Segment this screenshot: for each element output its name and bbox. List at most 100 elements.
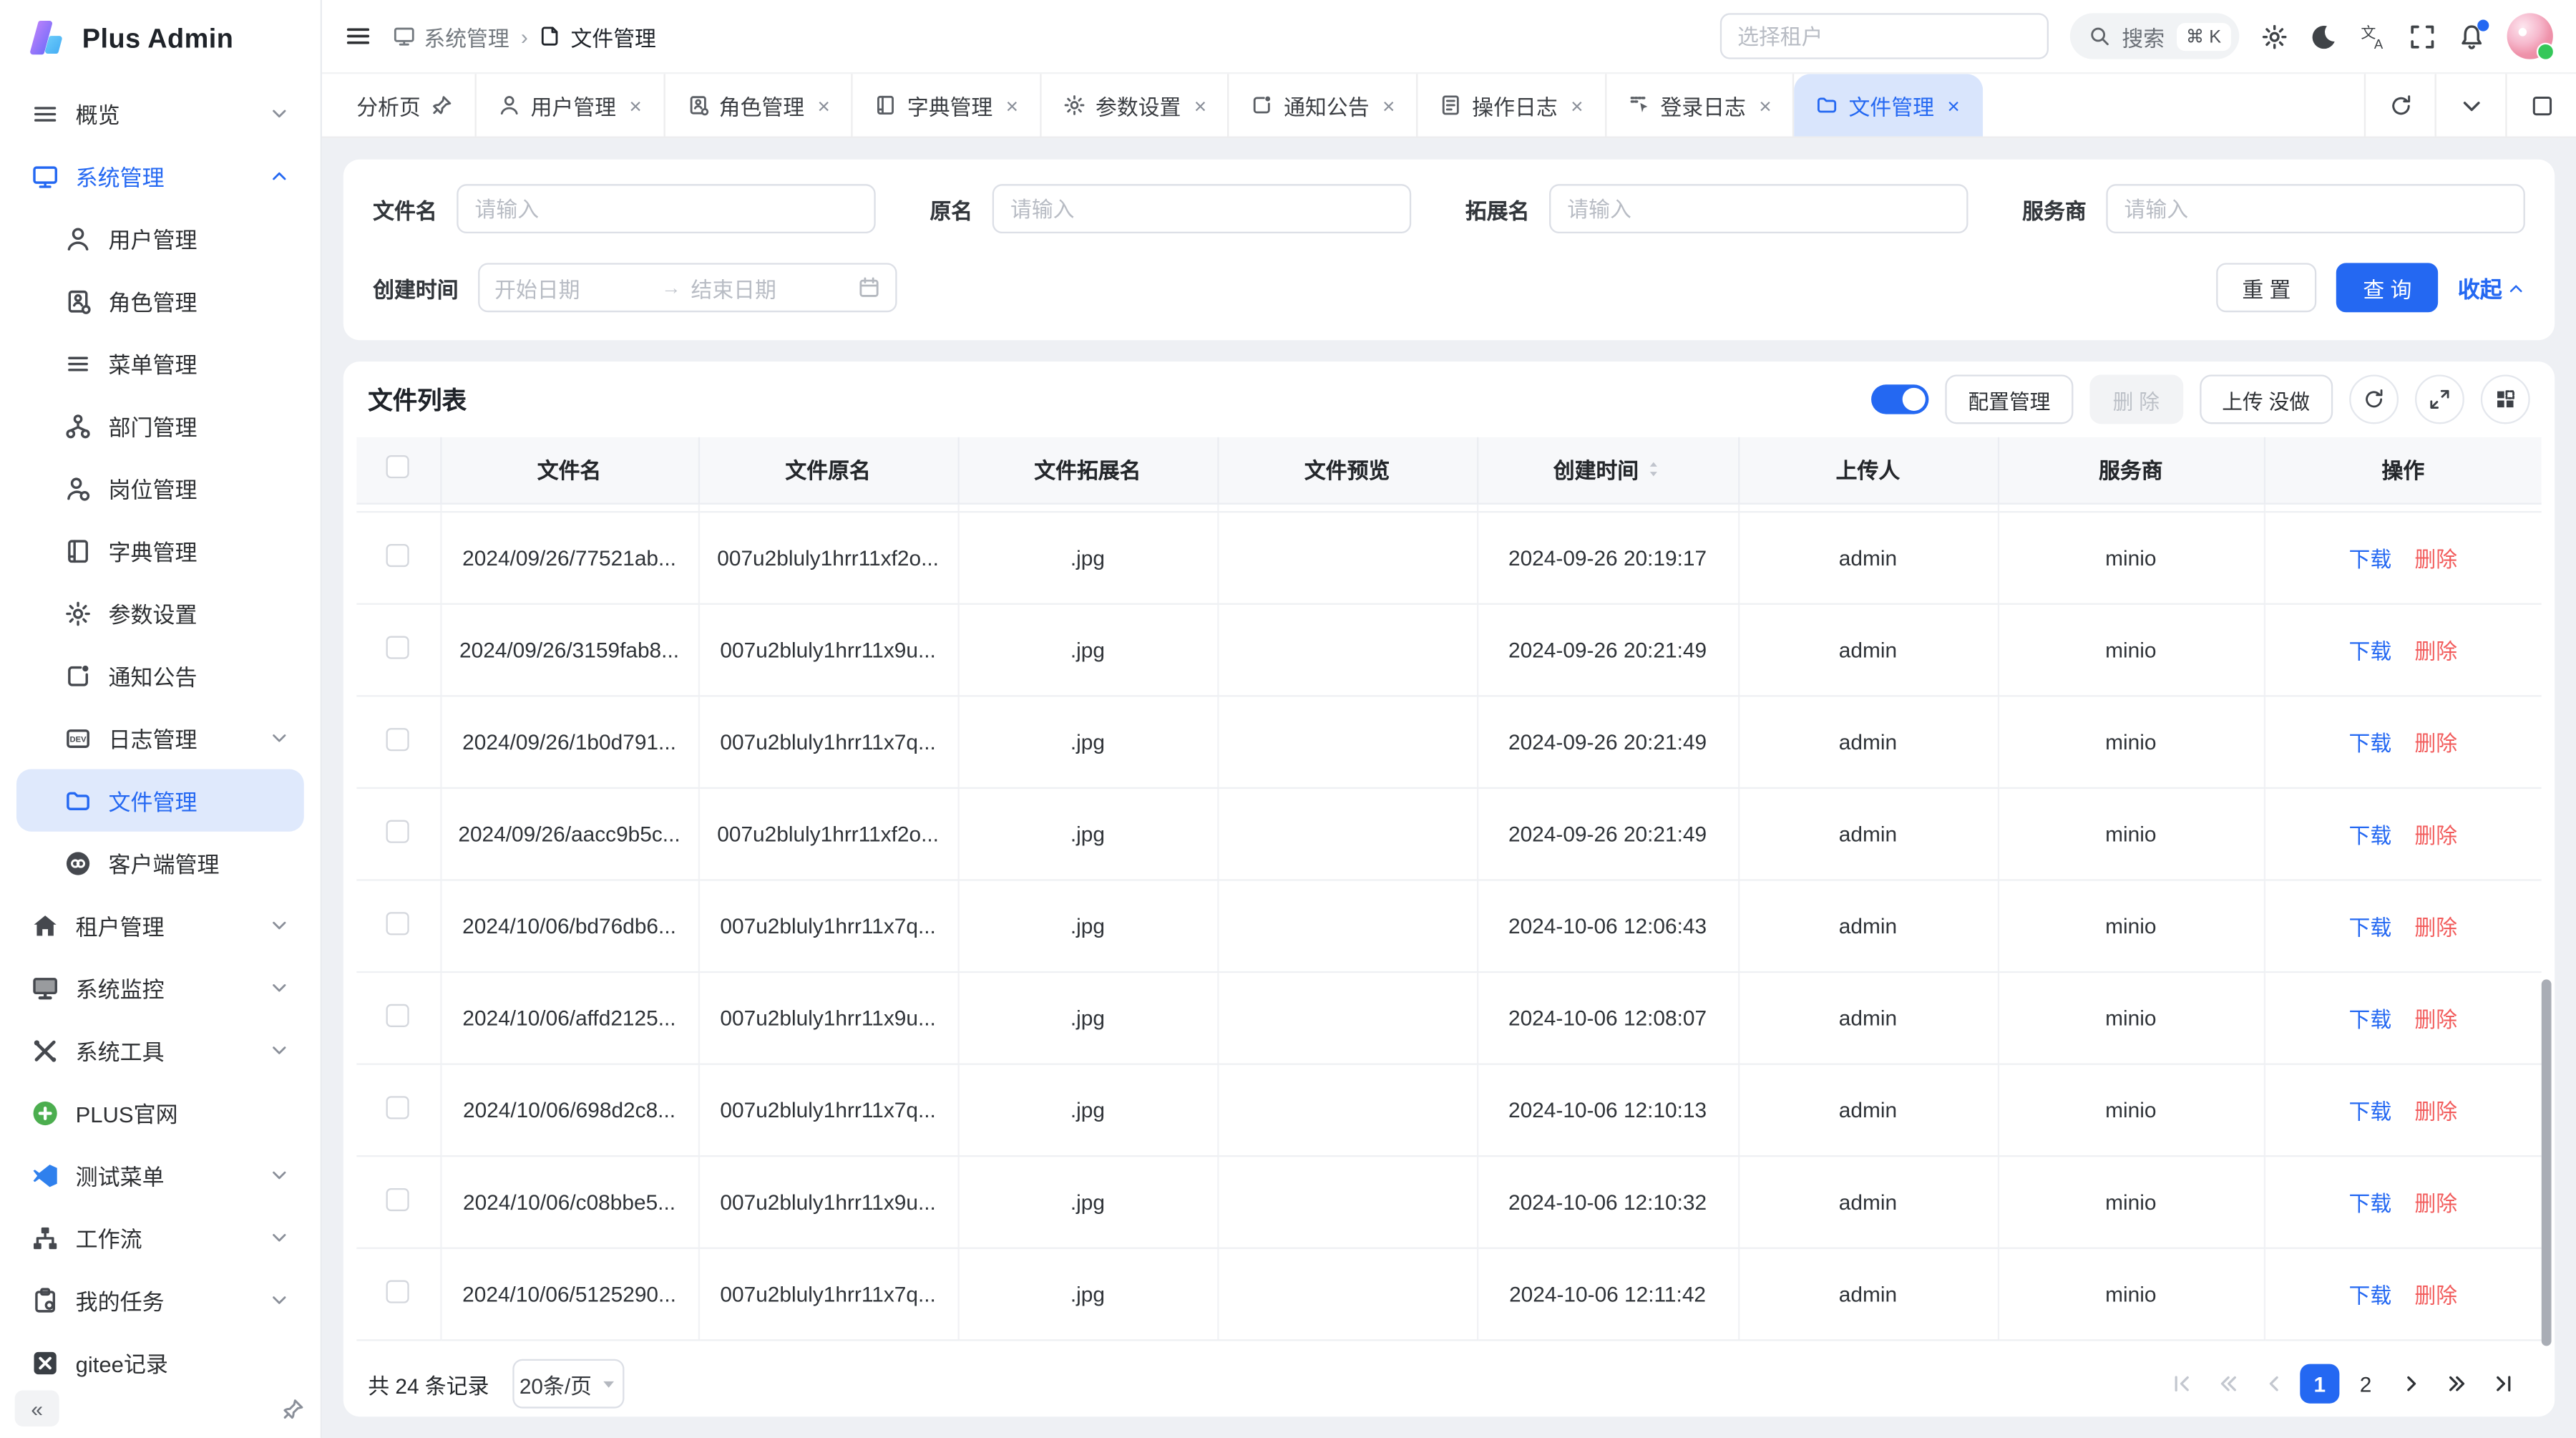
col-created-time[interactable]: 创建时间 — [1477, 437, 1738, 503]
row-checkbox[interactable] — [386, 543, 409, 566]
config-manage-button[interactable]: 配置管理 — [1945, 374, 2073, 424]
select-all-checkbox[interactable] — [386, 456, 409, 479]
close-icon[interactable]: × — [1382, 94, 1395, 116]
extension-input[interactable] — [1549, 184, 1968, 233]
close-icon[interactable]: × — [1006, 94, 1018, 116]
breadcrumb-file[interactable]: 文件管理 — [540, 21, 656, 52]
first-page-button[interactable] — [2162, 1364, 2201, 1404]
sidebar-item-plus-circle[interactable]: PLUS官网 — [16, 1082, 304, 1144]
delete-link[interactable]: 删除 — [2414, 1099, 2457, 1123]
date-range-picker[interactable]: 开始日期 → 结束日期 — [478, 263, 897, 312]
sidebar-item-vscode[interactable]: 测试菜单 — [16, 1144, 304, 1206]
row-checkbox[interactable] — [386, 911, 409, 934]
page-1-button[interactable]: 1 — [2300, 1364, 2339, 1404]
download-link[interactable]: 下载 — [2349, 546, 2392, 570]
notifications-bell-icon[interactable] — [2458, 22, 2486, 50]
sidebar-item-tools[interactable]: 系统工具 — [16, 1019, 304, 1081]
download-link[interactable]: 下载 — [2349, 731, 2392, 755]
sidebar-item-display[interactable]: 系统监控 — [16, 956, 304, 1019]
sidebar-item-gitee[interactable]: gitee记录 — [16, 1331, 304, 1379]
prev-fast-button[interactable] — [2208, 1364, 2248, 1404]
tab-book[interactable]: 字典管理× — [853, 74, 1041, 136]
sidebar-item-monitor[interactable]: 系统管理 — [16, 145, 304, 207]
sidebar-collapse-button[interactable]: « — [15, 1390, 59, 1427]
row-checkbox[interactable] — [386, 727, 409, 750]
sidebar-item-folder[interactable]: 文件管理 — [16, 769, 304, 831]
last-page-button[interactable] — [2484, 1364, 2523, 1404]
tab-oplog[interactable]: 操作日志× — [1418, 74, 1606, 136]
table-refresh-button[interactable] — [2349, 374, 2399, 424]
tab-refresh-button[interactable] — [2364, 74, 2435, 136]
tab-maximize-button[interactable] — [2505, 74, 2576, 136]
dark-mode-moon-icon[interactable] — [2310, 22, 2338, 50]
tab-menu-button[interactable] — [2435, 74, 2506, 136]
user-avatar[interactable] — [2507, 13, 2553, 59]
language-translate-icon[interactable]: 文A — [2359, 22, 2387, 50]
sidebar-item-list[interactable]: 菜单管理 — [16, 332, 304, 394]
next-fast-button[interactable] — [2438, 1364, 2477, 1404]
tab-loginlog[interactable]: 登录日志× — [1606, 74, 1795, 136]
sidebar-item-dev[interactable]: DEV日志管理 — [16, 706, 304, 769]
close-icon[interactable]: × — [629, 94, 641, 116]
delete-link[interactable]: 删除 — [2414, 731, 2457, 755]
collapse-filters-link[interactable]: 收起 — [2458, 271, 2525, 304]
breadcrumb-system[interactable]: 系统管理 — [393, 21, 509, 52]
delete-link[interactable]: 删除 — [2414, 1006, 2457, 1031]
sidebar-item-menu-lines[interactable]: 概览 — [16, 82, 304, 145]
close-icon[interactable]: × — [818, 94, 830, 116]
row-checkbox[interactable] — [386, 820, 409, 842]
search-button[interactable]: 查 询 — [2337, 263, 2438, 312]
download-link[interactable]: 下载 — [2349, 1006, 2392, 1031]
close-icon[interactable]: × — [1759, 94, 1771, 116]
sidebar-item-gear[interactable]: 参数设置 — [16, 582, 304, 644]
fullscreen-icon[interactable] — [2409, 22, 2436, 50]
download-link[interactable]: 下载 — [2349, 1190, 2392, 1215]
tab-notice[interactable]: 通知公告× — [1229, 74, 1418, 136]
hamburger-icon[interactable] — [345, 23, 371, 49]
close-icon[interactable]: × — [1194, 94, 1206, 116]
tab-user[interactable]: 用户管理× — [477, 74, 665, 136]
delete-button[interactable]: 删 除 — [2089, 374, 2182, 424]
row-checkbox[interactable] — [386, 1004, 409, 1026]
download-link[interactable]: 下载 — [2349, 1283, 2392, 1307]
column-settings-button[interactable] — [2481, 374, 2530, 424]
config-toggle[interactable] — [1871, 384, 1928, 414]
delete-link[interactable]: 删除 — [2414, 1283, 2457, 1307]
upload-button[interactable]: 上传 没做 — [2199, 374, 2333, 424]
tab-gear[interactable]: 参数设置× — [1041, 74, 1229, 136]
sidebar-item-org[interactable]: 部门管理 — [16, 394, 304, 457]
sidebar-item-post[interactable]: 岗位管理 — [16, 457, 304, 519]
row-checkbox[interactable] — [386, 1187, 409, 1210]
original-name-input[interactable] — [992, 184, 1411, 233]
sidebar-item-workflow[interactable]: 工作流 — [16, 1206, 304, 1268]
row-checkbox[interactable] — [386, 635, 409, 658]
page-2-button[interactable]: 2 — [2346, 1364, 2386, 1404]
download-link[interactable]: 下载 — [2349, 822, 2392, 847]
sidebar-item-user[interactable]: 用户管理 — [16, 207, 304, 269]
download-link[interactable]: 下载 — [2349, 638, 2392, 663]
table-scroll-area[interactable]: 文件名 文件原名 文件拓展名 文件预览 创建时间 — [356, 437, 2542, 1351]
page-size-select[interactable]: 20条/页 — [512, 1359, 624, 1409]
global-search-button[interactable]: 搜索 ⌘ K — [2069, 13, 2239, 59]
tab-analysis[interactable]: 分析页 — [335, 74, 476, 136]
sidebar-item-home[interactable]: 租户管理 — [16, 894, 304, 956]
sidebar-item-tasks[interactable]: 我的任务 — [16, 1268, 304, 1331]
settings-gear-icon[interactable] — [2260, 22, 2288, 50]
tab-folder[interactable]: 文件管理× — [1795, 74, 1983, 136]
tenant-select-input[interactable] — [1719, 13, 2048, 59]
sidebar-item-notice[interactable]: 通知公告 — [16, 644, 304, 706]
sidebar-item-client[interactable]: 客户端管理 — [16, 832, 304, 894]
app-logo[interactable]: Plus Admin — [0, 0, 321, 79]
download-link[interactable]: 下载 — [2349, 915, 2392, 939]
delete-link[interactable]: 删除 — [2414, 638, 2457, 663]
tab-role[interactable]: 角色管理× — [665, 74, 853, 136]
row-checkbox[interactable] — [386, 1279, 409, 1302]
provider-input[interactable] — [2106, 184, 2524, 233]
row-checkbox[interactable] — [386, 1095, 409, 1118]
sidebar-item-role[interactable]: 角色管理 — [16, 270, 304, 332]
delete-link[interactable]: 删除 — [2414, 546, 2457, 570]
table-vertical-scrollbar[interactable] — [2542, 979, 2552, 1346]
delete-link[interactable]: 删除 — [2414, 1190, 2457, 1215]
delete-link[interactable]: 删除 — [2414, 822, 2457, 847]
download-link[interactable]: 下载 — [2349, 1099, 2392, 1123]
